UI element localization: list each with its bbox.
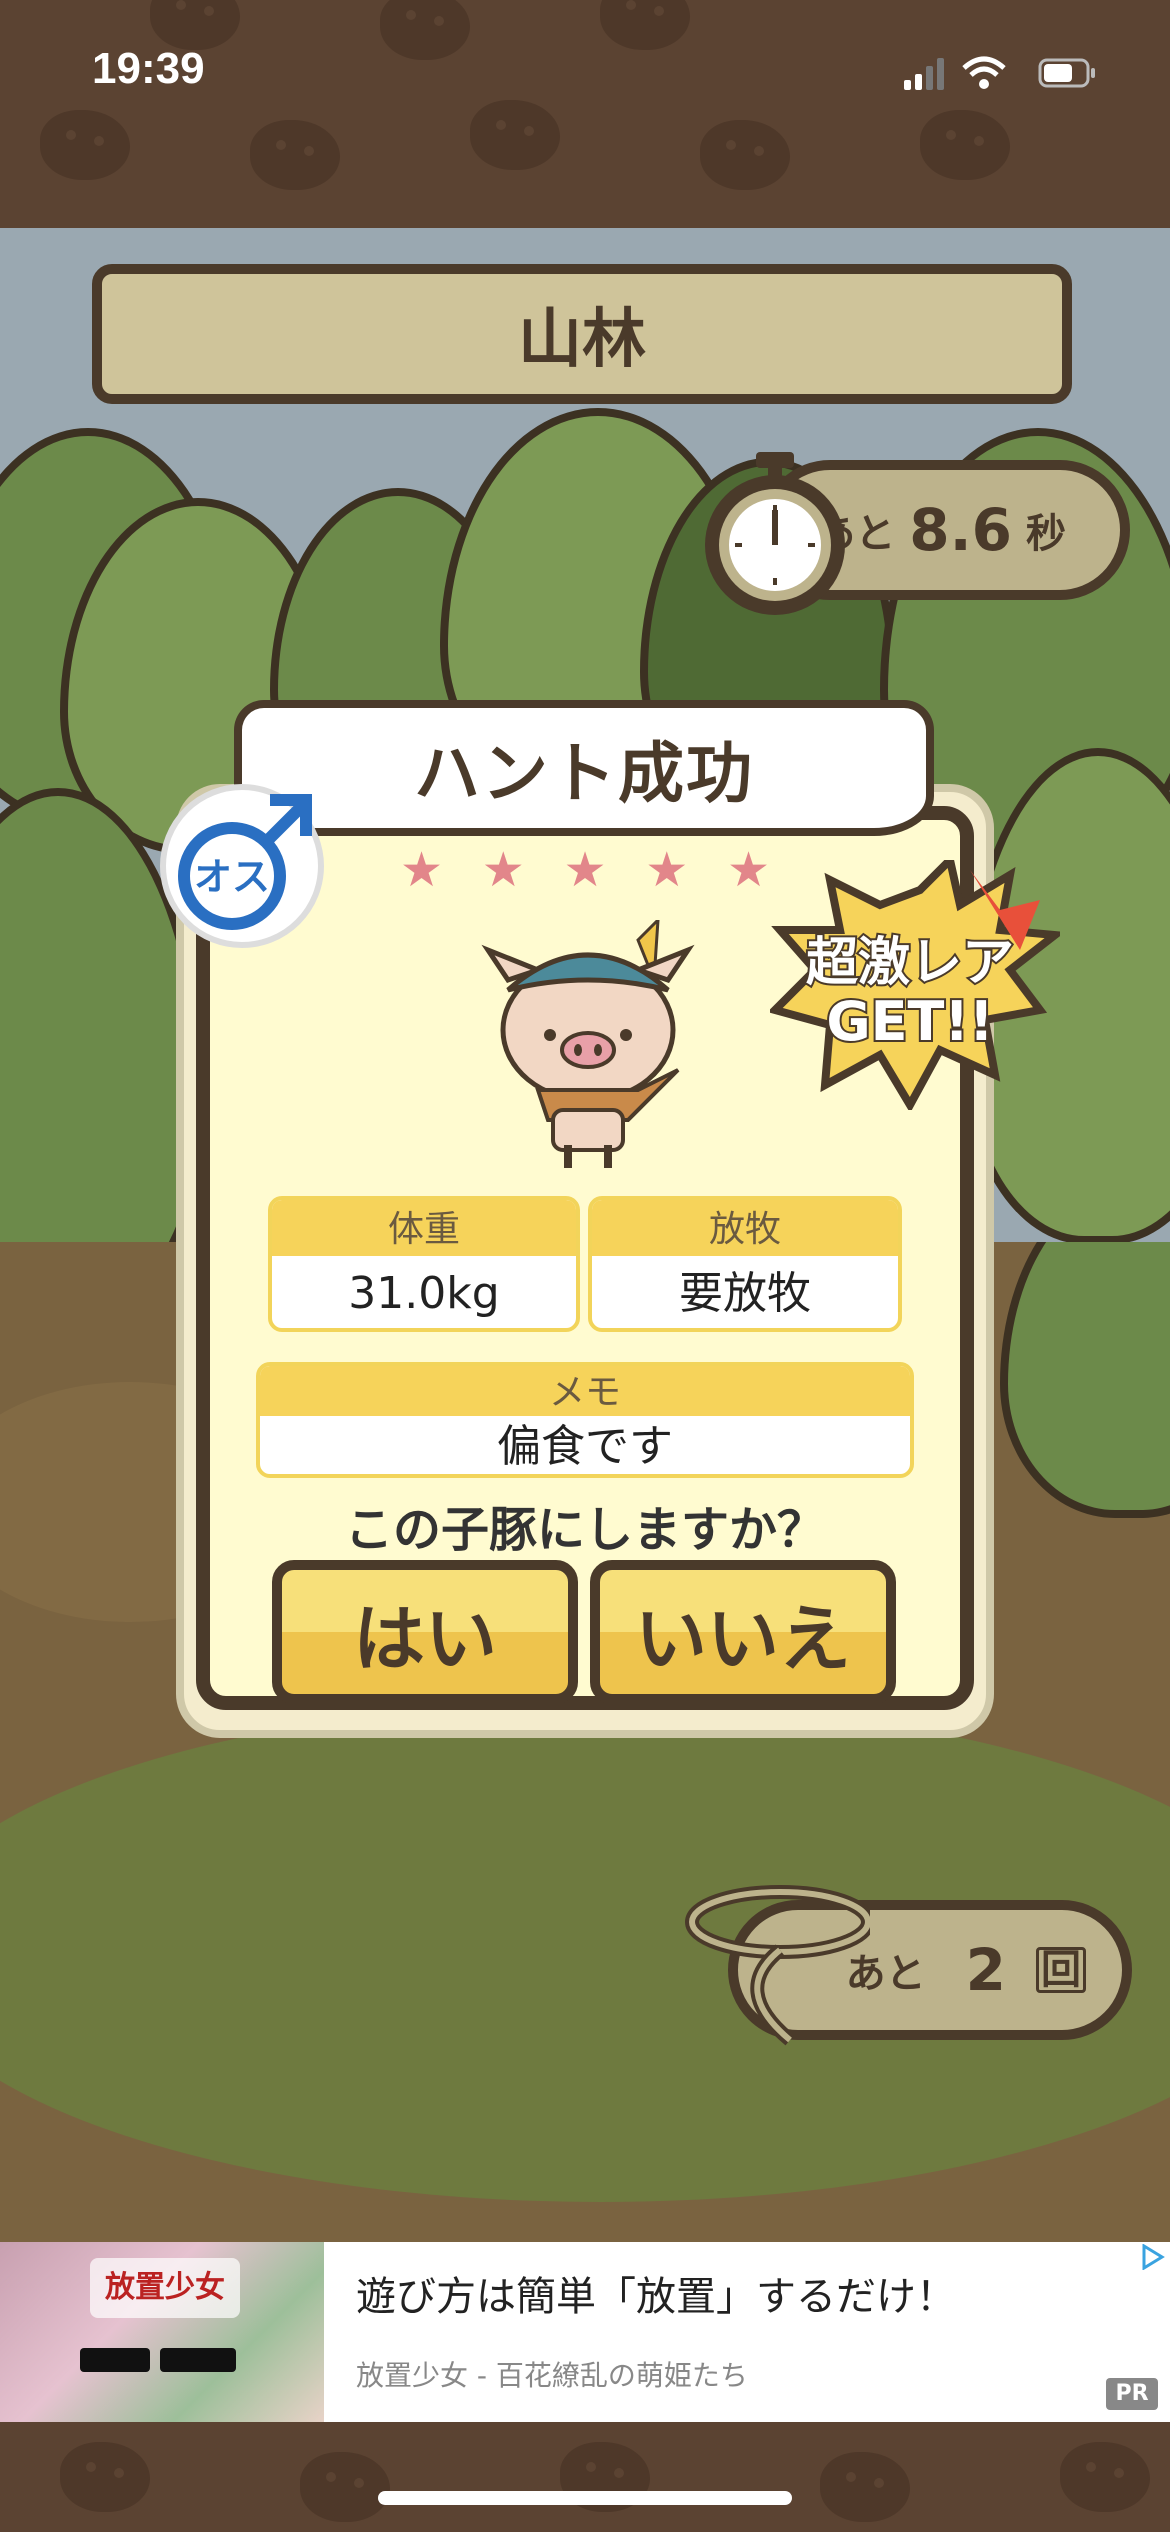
memo-label: メモ [260, 1366, 910, 1416]
wifi-icon [962, 56, 1006, 89]
lasso-icon [685, 1885, 870, 2046]
weight-label: 体重 [272, 1200, 576, 1256]
rarity-stars: ★ ★ ★ ★ ★ [400, 840, 770, 900]
location-sign: 山林 [92, 264, 1072, 404]
confirm-question: この子豚にしますか？ [344, 1502, 825, 1558]
star-icon: ★ [645, 842, 689, 898]
ad-banner[interactable]: 放置少女 遊び方は簡単「放置」するだけ！ 放置少女 - 百花繚乱の萌姫たち PR [0, 2242, 1170, 2422]
star-icon: ★ [400, 842, 444, 898]
weight-box: 体重 31.0kg [268, 1196, 580, 1332]
grazing-box: 放牧 要放牧 [588, 1196, 902, 1332]
timer-value: 8.6 [909, 496, 1012, 564]
grazing-value: 要放牧 [679, 1268, 811, 1319]
star-icon: ★ [481, 842, 525, 898]
ad-choices-icon[interactable] [1140, 2244, 1166, 2270]
ad-image[interactable]: 放置少女 [0, 2242, 324, 2422]
gender-badge: オス [160, 784, 324, 948]
result-banner: ハント成功 [234, 700, 934, 836]
memo-value: 偏食です [497, 1421, 673, 1472]
remaining-unit: 回 [1036, 1947, 1086, 1993]
home-bar-area [0, 2422, 1170, 2532]
star-icon: ★ [563, 842, 607, 898]
ad-subtitle: 放置少女 - 百花繚乱の萌姫たち [356, 2359, 748, 2392]
signal-icon [904, 58, 944, 90]
piglet-icon [481, 920, 695, 1168]
ad-headline[interactable]: 遊び方は簡単「放置」するだけ！ [356, 2264, 956, 2322]
stopwatch-icon [705, 452, 845, 615]
ad-logo: 放置少女 [90, 2258, 240, 2318]
rare-badge-line2: GET!! [826, 990, 993, 1053]
no-button[interactable]: いいえ [590, 1560, 896, 1704]
yes-button[interactable]: はい [272, 1560, 578, 1704]
battery-icon [1038, 58, 1095, 88]
home-indicator[interactable] [378, 2491, 792, 2505]
status-time: 19:39 [92, 44, 205, 93]
google-play-badge [160, 2348, 236, 2372]
male-symbol-icon: オス [178, 794, 312, 930]
rare-badge-line1: 超激レア [806, 933, 1014, 993]
status-bar: 19:39 [0, 0, 1170, 228]
status-icons [904, 56, 1095, 90]
rare-get-badge: 超激レア GET!! [770, 860, 1060, 1110]
remaining-value: 2 [965, 1936, 1006, 2004]
star-icon: ★ [726, 842, 770, 898]
app-store-badge [80, 2348, 150, 2372]
memo-box: メモ 偏食です [256, 1362, 914, 1478]
banner-title: ハント成功 [414, 735, 754, 812]
gender-label: オス [194, 855, 270, 899]
ad-pr-label: PR [1106, 2378, 1158, 2410]
grazing-label: 放牧 [592, 1200, 898, 1256]
location-title: 山林 [518, 303, 646, 377]
paw-pattern [0, 0, 1170, 228]
timer-unit: 秒 [1026, 511, 1066, 557]
weight-value: 31.0kg [348, 1268, 500, 1319]
